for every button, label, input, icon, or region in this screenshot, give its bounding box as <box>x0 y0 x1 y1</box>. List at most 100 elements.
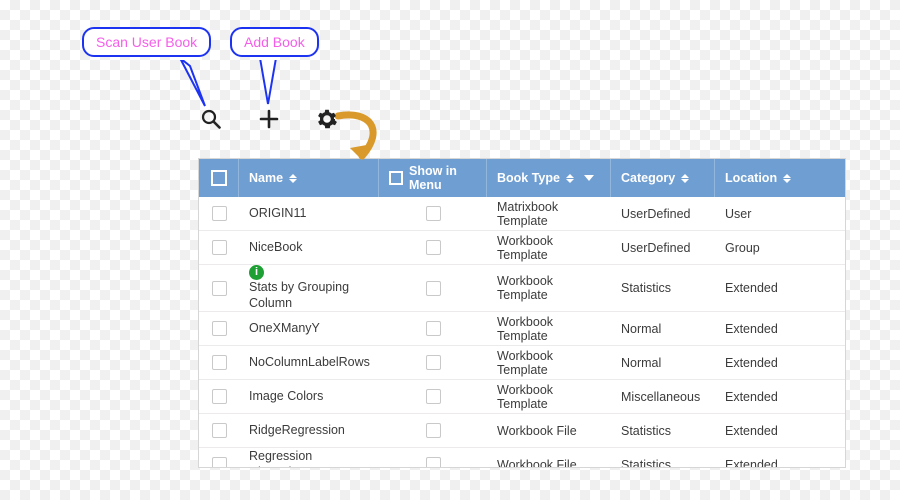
header-category-label: Category <box>621 171 675 185</box>
header-book-type[interactable]: Book Type <box>487 159 611 197</box>
cell-show-in-menu[interactable] <box>379 380 487 413</box>
cell-name: Regression Clustering <box>239 448 379 467</box>
callout-add-book: Add Book <box>230 27 319 57</box>
callout-scan-user-book: Scan User Book <box>82 27 211 57</box>
table-row[interactable]: iStats by Grouping ColumnWorkbook Templa… <box>199 265 845 312</box>
row-select[interactable] <box>199 312 239 345</box>
book-table: Name Show in Menu Book Type Category Loc… <box>198 158 846 468</box>
table-row[interactable]: Image Colors Workbook TemplateMiscellaneo… <box>199 380 845 414</box>
row-select[interactable] <box>199 231 239 264</box>
cell-show-in-menu[interactable] <box>379 346 487 379</box>
cell-name: ORIGIN11 <box>239 197 379 230</box>
header-show-label: Show in Menu <box>409 164 476 192</box>
checkbox-icon <box>212 355 227 370</box>
cell-category: UserDefined <box>611 197 715 230</box>
header-category[interactable]: Category <box>611 159 715 197</box>
cell-book-type: Workbook Template <box>487 312 611 345</box>
checkbox-icon <box>426 206 441 221</box>
cell-show-in-menu[interactable] <box>379 231 487 264</box>
cell-location: User <box>715 197 845 230</box>
checkbox-icon <box>212 321 227 336</box>
checkbox-icon <box>426 281 441 296</box>
checkbox-icon <box>426 240 441 255</box>
cell-name-text: NiceBook <box>249 240 303 256</box>
cell-name: Image Colors <box>239 380 379 413</box>
sort-icon <box>681 174 689 183</box>
gear-icon[interactable] <box>316 108 338 130</box>
header-select-all[interactable] <box>199 159 239 197</box>
cell-location: Extended <box>715 414 845 447</box>
table-row[interactable]: ORIGIN11 Matrixbook TemplateUserDefinedUs… <box>199 197 845 231</box>
cell-name-text: ORIGIN11 <box>249 206 306 222</box>
checkbox-icon <box>212 457 227 467</box>
cell-book-type: Workbook Template <box>487 231 611 264</box>
checkbox-icon <box>426 423 441 438</box>
cell-category: Statistics <box>611 414 715 447</box>
cell-book-type: Workbook Template <box>487 380 611 413</box>
table-row[interactable]: NoColumnLabelRowsWorkbook TemplateNormal… <box>199 346 845 380</box>
sort-icon <box>289 174 297 183</box>
cell-name: RidgeRegression <box>239 414 379 447</box>
cell-location: Extended <box>715 265 845 311</box>
checkbox-icon <box>212 240 227 255</box>
row-select[interactable] <box>199 448 239 467</box>
cell-name-text: NoColumnLabelRows <box>249 355 370 371</box>
cell-name: NoColumnLabelRows <box>239 346 379 379</box>
cell-show-in-menu[interactable] <box>379 265 487 311</box>
header-name-label: Name <box>249 171 283 185</box>
cell-name-text: Regression Clustering <box>249 449 369 467</box>
cell-name-text: OneXManyY <box>249 321 320 337</box>
cell-show-in-menu[interactable] <box>379 312 487 345</box>
checkbox-icon <box>426 389 441 404</box>
table-row[interactable]: NiceBook Workbook TemplateUserDefinedGrou… <box>199 231 845 265</box>
cell-name: OneXManyY <box>239 312 379 345</box>
cell-book-type: Workbook File <box>487 414 611 447</box>
cell-name-text: RidgeRegression <box>249 423 345 439</box>
table-row[interactable]: OneXManyY Workbook TemplateNormalExtended <box>199 312 845 346</box>
cell-location: Extended <box>715 380 845 413</box>
row-select[interactable] <box>199 346 239 379</box>
cell-show-in-menu[interactable] <box>379 448 487 467</box>
checkbox-icon <box>212 281 227 296</box>
cell-location: Extended <box>715 448 845 467</box>
sort-icon <box>566 174 574 183</box>
checkbox-icon <box>212 423 227 438</box>
cell-show-in-menu[interactable] <box>379 197 487 230</box>
row-select[interactable] <box>199 265 239 311</box>
chevron-down-icon <box>584 175 594 181</box>
table-body[interactable]: ORIGIN11 Matrixbook TemplateUserDefinedUs… <box>199 197 845 467</box>
header-show-in-menu[interactable]: Show in Menu <box>379 159 487 197</box>
cell-category: Statistics <box>611 448 715 467</box>
cell-name: iStats by Grouping Column <box>239 265 379 311</box>
row-select[interactable] <box>199 380 239 413</box>
cell-book-type: Matrixbook Template <box>487 197 611 230</box>
cell-category: Statistics <box>611 265 715 311</box>
cell-location: Group <box>715 231 845 264</box>
info-icon: i <box>249 265 264 280</box>
sort-icon <box>783 174 791 183</box>
cell-category: Miscellaneous <box>611 380 715 413</box>
table-row[interactable]: Regression Clustering Workbook FileStatis… <box>199 448 845 467</box>
header-location-label: Location <box>725 171 777 185</box>
cell-book-type: Workbook File <box>487 448 611 467</box>
cell-show-in-menu[interactable] <box>379 414 487 447</box>
checkbox-icon <box>211 170 227 186</box>
row-select[interactable] <box>199 197 239 230</box>
cell-book-type: Workbook Template <box>487 346 611 379</box>
header-location[interactable]: Location <box>715 159 845 197</box>
table-header: Name Show in Menu Book Type Category Loc… <box>199 159 845 197</box>
cell-location: Extended <box>715 312 845 345</box>
cell-category: UserDefined <box>611 231 715 264</box>
cell-name-text: Stats by Grouping Column <box>249 280 369 311</box>
cell-name-text: Image Colors <box>249 389 323 405</box>
cell-name: NiceBook <box>239 231 379 264</box>
checkbox-icon <box>389 171 403 185</box>
table-row[interactable]: RidgeRegression Workbook FileStatisticsEx… <box>199 414 845 448</box>
checkbox-icon <box>426 355 441 370</box>
row-select[interactable] <box>199 414 239 447</box>
callout-scan-tail <box>170 56 220 116</box>
checkbox-icon <box>426 457 441 467</box>
cell-location: Extended <box>715 346 845 379</box>
cell-category: Normal <box>611 312 715 345</box>
checkbox-icon <box>212 389 227 404</box>
